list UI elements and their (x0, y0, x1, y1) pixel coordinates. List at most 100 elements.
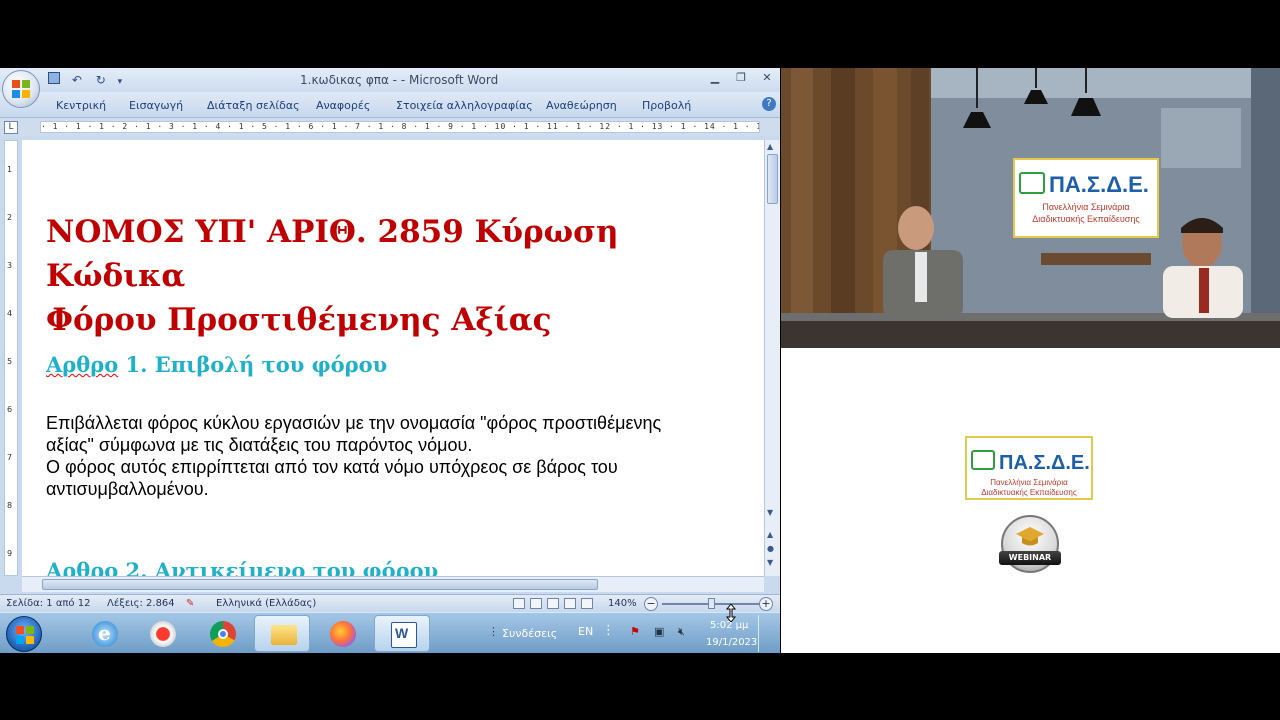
language-indicator[interactable]: Ελληνικά (Ελλάδας) (216, 598, 316, 609)
vertical-scrollbar[interactable]: ▲ ▼ ▲ ● ▼ (764, 140, 780, 576)
network-icon[interactable]: ▣ (654, 625, 664, 638)
horizontal-scrollbar[interactable] (22, 576, 764, 592)
horizontal-ruler[interactable]: · 1 · 1 · 1 · 2 · 1 · 3 · 1 · 4 · 1 · 5 … (40, 121, 760, 133)
ribbon-tabs: Κεντρική Εισαγωγή Διάταξη σελίδας Αναφορ… (0, 92, 780, 118)
vruler-mark: 6 (7, 405, 13, 414)
browse-object-icon[interactable]: ● (767, 544, 774, 553)
vruler-mark: 7 (7, 453, 13, 462)
customize-qat-icon[interactable]: ▾ (118, 77, 123, 87)
previous-page-icon[interactable]: ▲ (767, 530, 773, 539)
undo-icon[interactable]: ↶ (72, 73, 82, 87)
title-line-1: ΝΟΜΟΣ ΥΠ' ΑΡΙΘ. 2859 Κύρωση Κώδικα (46, 214, 619, 294)
pasde-logo-line1: Πανελλήνια Σεμινάρια (990, 478, 1068, 487)
title-bar: ↶ ↻ ▾ 1.κωδικας φπα - - Microsoft Word ▁… (0, 68, 780, 92)
pasde-logo: ΠΑ.Σ.Δ.Ε. Πανελλήνια Σεμινάρια Διαδικτυα… (965, 436, 1093, 500)
close-button[interactable]: ✕ (754, 68, 780, 88)
vertical-scroll-thumb[interactable] (767, 154, 778, 204)
body-line: αντισυμβαλλομένου. (46, 479, 209, 499)
resize-cursor-icon (725, 604, 737, 622)
office-button[interactable] (2, 70, 40, 108)
taskbar-explorer[interactable] (254, 615, 310, 652)
zoom-slider-knob[interactable] (708, 598, 715, 609)
tab-home[interactable]: Κεντρική (56, 99, 106, 112)
misspelled-word[interactable]: Αρθρο (46, 352, 118, 377)
chat-bubbles-icon (971, 450, 995, 470)
taskbar: e W ⋮ Συνδέσεις EN ⋮ ⚑ ▣ 🔇︎ 5:02 μμ 19/1… (0, 612, 780, 653)
article-2-heading[interactable]: Αρθρο 2. Αντικείμενο του φόρου (46, 558, 438, 576)
print-layout-icon[interactable] (513, 598, 525, 609)
vertical-ruler[interactable]: 1 2 3 4 5 6 7 8 9 (4, 140, 18, 576)
volume-icon[interactable]: 🔇︎ (678, 625, 685, 639)
vruler-mark: 3 (7, 261, 13, 270)
help-icon[interactable]: ? (762, 97, 776, 111)
clock-date[interactable]: 19/1/2023 (706, 637, 757, 648)
chat-bubbles-icon (1019, 172, 1045, 194)
outline-icon[interactable] (564, 598, 576, 609)
web-layout-icon[interactable] (547, 598, 559, 609)
tab-selector-icon[interactable]: L (4, 121, 18, 134)
zoom-out-button[interactable]: − (644, 597, 658, 611)
tab-review[interactable]: Αναθεώρηση (546, 99, 617, 112)
vruler-mark: 8 (7, 501, 13, 510)
video-logo-line2: Διαδικτυακής Εκπαίδευσης (1032, 214, 1140, 224)
tab-insert[interactable]: Εισαγωγή (129, 99, 183, 112)
links-toolbar[interactable]: Συνδέσεις (502, 627, 557, 640)
horizontal-scroll-thumb[interactable] (42, 579, 598, 590)
taskbar-ie[interactable]: e (76, 615, 132, 652)
zoom-level[interactable]: 140% (608, 598, 637, 609)
windows-logo-icon (16, 626, 34, 644)
taskbar-firefox[interactable] (314, 615, 370, 652)
draft-icon[interactable] (581, 598, 593, 609)
video-logo-title: ΠΑ.Σ.Δ.Ε. (1049, 172, 1149, 197)
ruler-row: L · 1 · 1 · 1 · 2 · 1 · 3 · 1 · 4 · 1 · … (0, 118, 780, 136)
tab-mailings[interactable]: Στοιχεία αλληλογραφίας (396, 99, 533, 112)
video-logo-line1: Πανελλήνια Σεμινάρια (1042, 202, 1130, 212)
taskbar-chrome[interactable] (194, 615, 250, 652)
article-1-heading[interactable]: Αρθρο 1. Επιβολή του φόρου (46, 352, 387, 377)
article-1-body[interactable]: Επιβάλλεται φόρος κύκλου εργασιών με την… (46, 412, 764, 500)
webinar-label: WEBINAR (999, 551, 1061, 565)
next-page-icon[interactable]: ▼ (767, 558, 773, 567)
page-count[interactable]: Σελίδα: 1 από 12 (6, 598, 90, 609)
record-icon (150, 621, 176, 647)
body-line: αξίας" σύμφωνα με τις διατάξεις του παρό… (46, 435, 473, 455)
word-count[interactable]: Λέξεις: 2.864 (107, 598, 175, 609)
language-bar[interactable]: EN (578, 625, 593, 638)
minimize-button[interactable]: ▁ (702, 68, 728, 88)
webinar-badge: WEBINAR (999, 515, 1061, 573)
vruler-mark: 5 (7, 357, 13, 366)
document-title[interactable]: ΝΟΜΟΣ ΥΠ' ΑΡΙΘ. 2859 Κύρωση Κώδικα Φόρου… (46, 210, 756, 342)
window-controls: ▁ ❐ ✕ (702, 68, 780, 90)
scroll-down-icon[interactable]: ▼ (767, 508, 773, 517)
video-logo: ΠΑ.Σ.Δ.Ε. Πανελλήνια Σεμινάρια Διαδικτυα… (1013, 158, 1159, 238)
tab-references[interactable]: Αναφορές (316, 99, 370, 112)
spellcheck-icon[interactable]: ✎ (186, 598, 194, 609)
taskbar-recorder[interactable] (134, 615, 190, 652)
start-button[interactable] (6, 616, 42, 652)
tab-page-layout[interactable]: Διάταξη σελίδας (207, 99, 300, 112)
vruler-mark: 4 (7, 309, 13, 318)
body-line: Επιβάλλεται φόρος κύκλου εργασιών με την… (46, 413, 662, 433)
tab-view[interactable]: Προβολή (642, 99, 691, 112)
redo-icon[interactable]: ↻ (96, 73, 106, 87)
word-window: ↶ ↻ ▾ 1.κωδικας φπα - - Microsoft Word ▁… (0, 68, 780, 653)
maximize-button[interactable]: ❐ (728, 68, 754, 88)
firefox-icon (330, 621, 356, 647)
show-desktop-button[interactable] (758, 615, 778, 652)
quick-access-toolbar: ↶ ↻ ▾ (48, 72, 148, 88)
pasde-logo-title: ΠΑ.Σ.Δ.Ε. (999, 452, 1090, 474)
internet-explorer-icon: e (92, 621, 118, 647)
save-icon[interactable] (48, 72, 60, 84)
action-center-icon[interactable]: ⚑ (630, 625, 640, 638)
scroll-up-icon[interactable]: ▲ (767, 142, 773, 151)
show-hidden-icons-icon[interactable]: ⋮ (602, 623, 615, 638)
vruler-mark: 9 (7, 549, 13, 558)
status-bar: Σελίδα: 1 από 12 Λέξεις: 2.864 ✎ Ελληνικ… (0, 594, 780, 612)
document-page[interactable]: ΝΟΜΟΣ ΥΠ' ΑΡΙΘ. 2859 Κύρωση Κώδικα Φόρου… (22, 140, 764, 576)
article-1-heading-text: 1. Επιβολή του φόρου (118, 352, 388, 377)
taskbar-word[interactable]: W (374, 615, 430, 652)
zoom-in-button[interactable]: + (759, 597, 773, 611)
graduation-cap-icon (1016, 527, 1044, 546)
full-screen-reading-icon[interactable] (530, 598, 542, 609)
body-line: Ο φόρος αυτός επιρρίπτεται από τον κατά … (46, 457, 618, 477)
